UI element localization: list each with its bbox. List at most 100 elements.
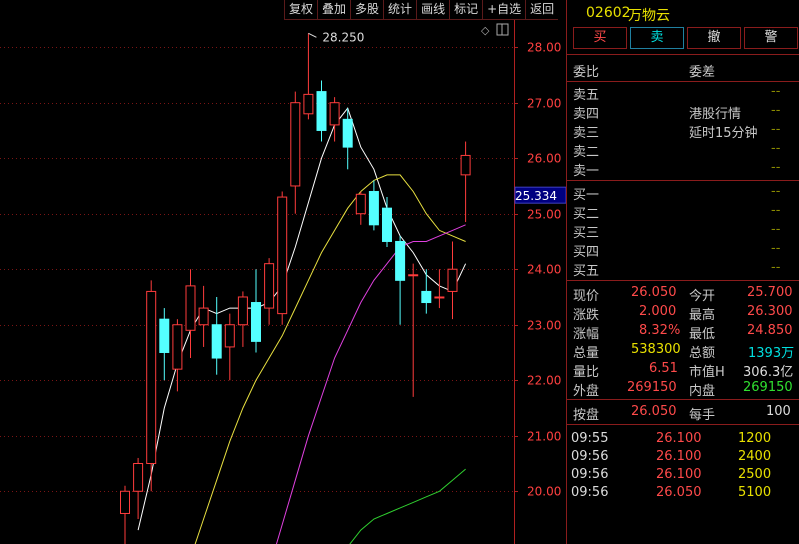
tick-price: 26.100 <box>656 467 702 482</box>
moving-average-line <box>349 468 466 544</box>
zuidi-label: 最低 <box>689 327 716 342</box>
bid-label: 买五 <box>573 264 600 279</box>
max-marker <box>308 32 317 38</box>
ask-value: -- <box>771 84 781 99</box>
zhangfu-label: 涨幅 <box>573 327 600 342</box>
chart-toolbar: 复权 叠加 多股 统计 画线 标记 +自选 返回 <box>284 0 559 20</box>
candle-body <box>185 285 196 331</box>
candle-body <box>159 318 170 353</box>
tick-time: 09:56 <box>571 449 609 464</box>
tick-price: 26.100 <box>656 449 702 464</box>
waipan-label: 外盘 <box>573 384 600 399</box>
candle-body <box>382 207 392 242</box>
zhangfu-value: 8.32% <box>639 323 681 338</box>
tick-price: 26.100 <box>656 431 702 446</box>
bid-label: 买三 <box>573 226 600 241</box>
shizhi-label: 市值H <box>689 365 725 380</box>
meishou-value: 100 <box>766 404 791 419</box>
max-price-label: 28.250 <box>322 30 364 44</box>
candle-body <box>172 324 183 370</box>
bid-label: 买二 <box>573 207 600 222</box>
ask-value: -- <box>771 122 781 137</box>
candle-body <box>224 324 235 348</box>
bid-value: -- <box>771 222 781 237</box>
candle-body <box>408 274 419 277</box>
ask-label: 卖四 <box>573 107 600 122</box>
tick-volume: 5100 <box>738 485 772 500</box>
weicha-label: 委差 <box>689 65 716 80</box>
axis-tick-label: 20.00 <box>527 485 561 499</box>
candle-body <box>120 490 130 514</box>
liangbi-label: 量比 <box>573 365 600 380</box>
shizhi-value: 306.3亿 <box>743 365 794 380</box>
candle-body <box>290 102 301 187</box>
candle-body <box>447 268 458 292</box>
zhangdie-value: 2.000 <box>639 304 677 319</box>
tick-volume: 2400 <box>738 449 772 464</box>
zhangdie-label: 涨跌 <box>573 308 600 323</box>
jinkai-value: 25.700 <box>747 285 793 300</box>
ask-value: -- <box>771 160 781 175</box>
ask-label: 卖五 <box>573 88 600 103</box>
tick-time: 09:56 <box>571 485 609 500</box>
candle-body <box>303 93 314 115</box>
candle-body <box>460 154 471 176</box>
candle-body <box>237 296 248 326</box>
ask-value: -- <box>771 141 781 156</box>
cancel-order-button[interactable]: 撤 <box>687 27 741 49</box>
neipan-label: 内盘 <box>689 384 716 399</box>
ask-label: 卖三 <box>573 126 600 141</box>
axis-tick-label: 28.00 <box>527 41 561 55</box>
ask-label: 卖一 <box>573 164 600 179</box>
bid-value: -- <box>771 260 781 275</box>
candle-body <box>434 296 445 299</box>
candle-body <box>251 302 261 342</box>
toolbar-draw-button[interactable]: 画线 <box>416 0 450 20</box>
zuidi-value: 24.850 <box>747 323 793 338</box>
anpan-value: 26.050 <box>631 404 677 419</box>
moving-average-line <box>275 224 466 544</box>
delay-note: 延时15分钟 <box>689 126 758 141</box>
toolbar-mark-button[interactable]: 标记 <box>449 0 483 20</box>
weibi-label: 委比 <box>573 65 600 80</box>
candle-body <box>421 290 432 304</box>
bid-label: 买一 <box>573 188 600 203</box>
candle-body <box>342 118 353 148</box>
ask-value: -- <box>771 103 781 118</box>
moving-average-line <box>194 174 466 544</box>
zongliang-value: 538300 <box>631 342 681 357</box>
candle-body <box>146 290 157 465</box>
toolbar-overlay-button[interactable]: 叠加 <box>317 0 351 20</box>
toolbar-stats-button[interactable]: 统计 <box>383 0 417 20</box>
axis-tick-label: 27.00 <box>527 97 561 111</box>
ask-label: 卖二 <box>573 145 600 160</box>
sell-button[interactable]: 卖 <box>630 27 684 49</box>
candle-body <box>329 102 340 126</box>
candle-body <box>395 240 406 281</box>
candle-body <box>368 191 379 226</box>
hk-quote-note: 港股行情 <box>689 107 742 122</box>
price-chart[interactable]: 28.00 27.00 26.00 25.00 24.00 23.00 22.00 21.00… <box>0 0 566 544</box>
zongliang-label: 总量 <box>573 346 600 361</box>
axis-tick-label: 24.00 <box>527 263 561 277</box>
axis-tick-label: 26.00 <box>527 152 561 166</box>
candle-body <box>277 196 288 315</box>
alert-button[interactable]: 警 <box>744 27 798 49</box>
candle-body <box>316 91 327 131</box>
toolbar-back-button[interactable]: 返回 <box>525 0 559 20</box>
axis-tick-label: 21.00 <box>527 430 561 444</box>
bid-value: -- <box>771 203 781 218</box>
zuigao-label: 最高 <box>689 308 716 323</box>
toolbar-multi-stock-button[interactable]: 多股 <box>350 0 384 20</box>
anpan-label: 按盘 <box>573 408 600 423</box>
candle-body <box>264 263 275 309</box>
meishou-label: 每手 <box>689 408 716 423</box>
toolbar-fuquan-button[interactable]: 复权 <box>284 0 318 20</box>
zuigao-value: 26.300 <box>747 304 793 319</box>
xianjia-value: 26.050 <box>631 285 677 300</box>
tick-time: 09:56 <box>571 467 609 482</box>
buy-button[interactable]: 买 <box>573 27 627 49</box>
toolbar-add-watchlist-button[interactable]: +自选 <box>482 0 526 20</box>
candle-body <box>211 324 222 359</box>
waipan-value: 269150 <box>627 380 677 395</box>
